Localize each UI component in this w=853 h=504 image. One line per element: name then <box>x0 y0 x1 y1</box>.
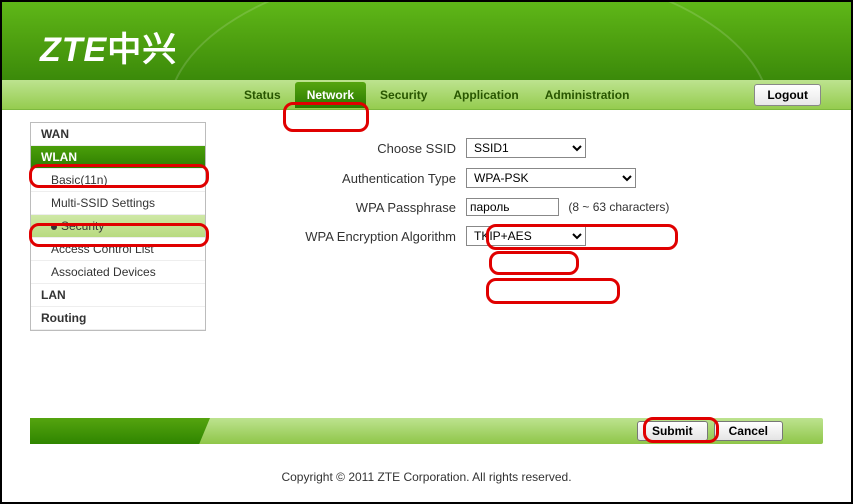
sidebar-item-routing[interactable]: Routing <box>31 307 205 330</box>
bullet-icon <box>51 224 57 230</box>
tab-administration[interactable]: Administration <box>533 82 642 108</box>
sidebar-item-lan[interactable]: LAN <box>31 284 205 307</box>
sidebar-item-security[interactable]: Security <box>31 215 205 238</box>
logout-button[interactable]: Logout <box>754 84 821 106</box>
choose-ssid-label: Choose SSID <box>236 141 466 156</box>
passphrase-input[interactable] <box>466 198 559 216</box>
sidebar-item-basic[interactable]: Basic(11n) <box>31 169 205 192</box>
auth-type-select[interactable]: WPA-PSK <box>466 168 636 188</box>
sidebar-item-security-label: Security <box>61 219 104 233</box>
brand-logo: ZTE中兴 <box>40 22 177 71</box>
encryption-select[interactable]: TKIP+AES <box>466 226 586 246</box>
sidebar-item-wlan[interactable]: WLAN <box>31 146 205 169</box>
copyright-footer: Copyright © 2011 ZTE Corporation. All ri… <box>2 470 851 484</box>
sidebar-item-associated[interactable]: Associated Devices <box>31 261 205 284</box>
header-banner: ZTE中兴 <box>2 2 851 80</box>
encryption-label: WPA Encryption Algorithm <box>236 229 466 244</box>
sidebar-item-wan[interactable]: WAN <box>31 123 205 146</box>
sidebar-item-multi-ssid[interactable]: Multi-SSID Settings <box>31 192 205 215</box>
auth-type-label: Authentication Type <box>236 171 466 186</box>
choose-ssid-select[interactable]: SSID1 <box>466 138 586 158</box>
brand-en: ZTE <box>40 31 107 69</box>
main-tab-bar: Status Network Security Application Admi… <box>2 80 851 110</box>
sidebar: WAN WLAN Basic(11n) Multi-SSID Settings … <box>30 122 206 331</box>
content-panel: Choose SSID SSID1 Authentication Type WP… <box>206 110 851 331</box>
submit-button[interactable]: Submit <box>637 421 708 441</box>
tab-network[interactable]: Network <box>295 82 366 108</box>
sidebar-item-acl[interactable]: Access Control List <box>31 238 205 261</box>
tab-status[interactable]: Status <box>232 82 293 108</box>
action-bar: Submit Cancel <box>30 418 823 444</box>
cancel-button[interactable]: Cancel <box>714 421 783 441</box>
tab-security[interactable]: Security <box>368 82 439 108</box>
passphrase-hint: (8 ~ 63 characters) <box>568 200 669 214</box>
passphrase-label: WPA Passphrase <box>236 200 466 215</box>
tab-application[interactable]: Application <box>441 82 530 108</box>
brand-cn: 中兴 <box>107 31 177 69</box>
